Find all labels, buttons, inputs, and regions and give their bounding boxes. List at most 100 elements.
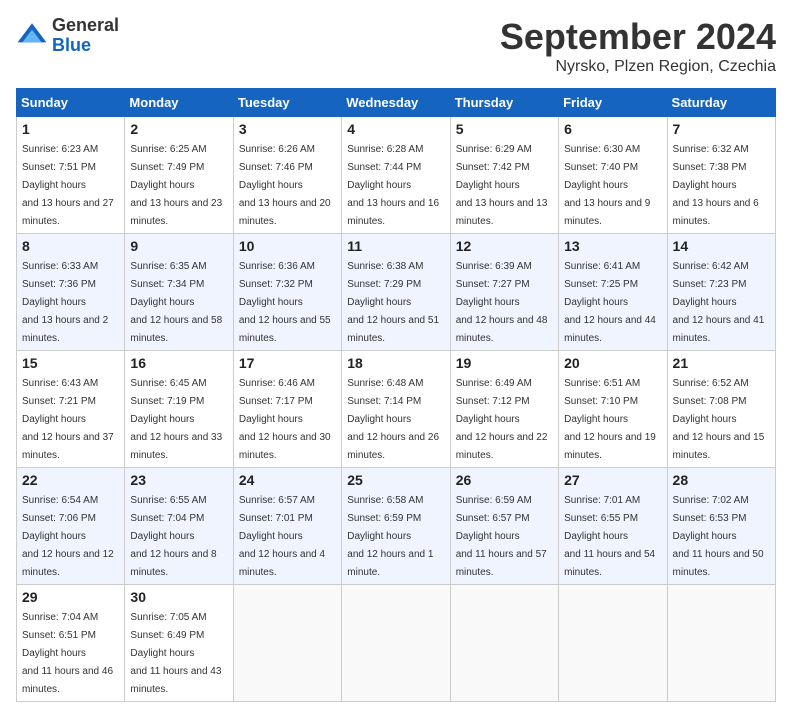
day-number: 11 bbox=[347, 238, 444, 254]
calendar-cell: 13 Sunrise: 6:41 AMSunset: 7:25 PMDaylig… bbox=[559, 234, 667, 351]
day-detail: Sunrise: 7:01 AMSunset: 6:55 PMDaylight … bbox=[564, 495, 655, 578]
calendar-header-wednesday: Wednesday bbox=[342, 89, 450, 117]
day-detail: Sunrise: 6:36 AMSunset: 7:32 PMDaylight … bbox=[239, 261, 331, 344]
day-detail: Sunrise: 6:41 AMSunset: 7:25 PMDaylight … bbox=[564, 261, 656, 344]
day-number: 22 bbox=[22, 472, 119, 488]
calendar-table: SundayMondayTuesdayWednesdayThursdayFrid… bbox=[16, 88, 776, 702]
day-number: 10 bbox=[239, 238, 336, 254]
day-number: 25 bbox=[347, 472, 444, 488]
calendar-cell: 10 Sunrise: 6:36 AMSunset: 7:32 PMDaylig… bbox=[233, 234, 341, 351]
calendar-cell bbox=[233, 585, 341, 702]
calendar-cell: 17 Sunrise: 6:46 AMSunset: 7:17 PMDaylig… bbox=[233, 351, 341, 468]
day-detail: Sunrise: 6:30 AMSunset: 7:40 PMDaylight … bbox=[564, 144, 650, 227]
day-detail: Sunrise: 6:54 AMSunset: 7:06 PMDaylight … bbox=[22, 495, 114, 578]
calendar-cell: 6 Sunrise: 6:30 AMSunset: 7:40 PMDayligh… bbox=[559, 117, 667, 234]
calendar-cell: 1 Sunrise: 6:23 AMSunset: 7:51 PMDayligh… bbox=[17, 117, 125, 234]
calendar-subtitle: Nyrsko, Plzen Region, Czechia bbox=[500, 58, 776, 76]
day-number: 3 bbox=[239, 121, 336, 137]
day-detail: Sunrise: 6:55 AMSunset: 7:04 PMDaylight … bbox=[130, 495, 216, 578]
day-detail: Sunrise: 6:39 AMSunset: 7:27 PMDaylight … bbox=[456, 261, 548, 344]
day-number: 14 bbox=[673, 238, 770, 254]
day-detail: Sunrise: 6:26 AMSunset: 7:46 PMDaylight … bbox=[239, 144, 331, 227]
day-detail: Sunrise: 6:23 AMSunset: 7:51 PMDaylight … bbox=[22, 144, 114, 227]
day-number: 12 bbox=[456, 238, 553, 254]
calendar-cell: 20 Sunrise: 6:51 AMSunset: 7:10 PMDaylig… bbox=[559, 351, 667, 468]
day-detail: Sunrise: 6:57 AMSunset: 7:01 PMDaylight … bbox=[239, 495, 325, 578]
calendar-cell: 25 Sunrise: 6:58 AMSunset: 6:59 PMDaylig… bbox=[342, 468, 450, 585]
day-detail: Sunrise: 6:52 AMSunset: 7:08 PMDaylight … bbox=[673, 378, 765, 461]
day-detail: Sunrise: 7:02 AMSunset: 6:53 PMDaylight … bbox=[673, 495, 764, 578]
day-detail: Sunrise: 6:28 AMSunset: 7:44 PMDaylight … bbox=[347, 144, 439, 227]
day-number: 17 bbox=[239, 355, 336, 371]
title-block: September 2024 Nyrsko, Plzen Region, Cze… bbox=[500, 16, 776, 76]
day-number: 5 bbox=[456, 121, 553, 137]
day-number: 4 bbox=[347, 121, 444, 137]
calendar-cell: 11 Sunrise: 6:38 AMSunset: 7:29 PMDaylig… bbox=[342, 234, 450, 351]
day-number: 8 bbox=[22, 238, 119, 254]
day-detail: Sunrise: 6:43 AMSunset: 7:21 PMDaylight … bbox=[22, 378, 114, 461]
calendar-cell: 30 Sunrise: 7:05 AMSunset: 6:49 PMDaylig… bbox=[125, 585, 233, 702]
calendar-cell: 8 Sunrise: 6:33 AMSunset: 7:36 PMDayligh… bbox=[17, 234, 125, 351]
day-number: 18 bbox=[347, 355, 444, 371]
calendar-cell bbox=[342, 585, 450, 702]
day-detail: Sunrise: 6:35 AMSunset: 7:34 PMDaylight … bbox=[130, 261, 222, 344]
logo-icon bbox=[16, 20, 48, 52]
day-number: 9 bbox=[130, 238, 227, 254]
calendar-header-row: SundayMondayTuesdayWednesdayThursdayFrid… bbox=[17, 89, 776, 117]
calendar-header-monday: Monday bbox=[125, 89, 233, 117]
day-number: 16 bbox=[130, 355, 227, 371]
day-detail: Sunrise: 6:25 AMSunset: 7:49 PMDaylight … bbox=[130, 144, 222, 227]
day-number: 29 bbox=[22, 589, 119, 605]
calendar-cell: 22 Sunrise: 6:54 AMSunset: 7:06 PMDaylig… bbox=[17, 468, 125, 585]
day-number: 24 bbox=[239, 472, 336, 488]
day-number: 30 bbox=[130, 589, 227, 605]
day-detail: Sunrise: 6:32 AMSunset: 7:38 PMDaylight … bbox=[673, 144, 759, 227]
day-detail: Sunrise: 6:42 AMSunset: 7:23 PMDaylight … bbox=[673, 261, 765, 344]
calendar-cell: 14 Sunrise: 6:42 AMSunset: 7:23 PMDaylig… bbox=[667, 234, 775, 351]
calendar-cell: 29 Sunrise: 7:04 AMSunset: 6:51 PMDaylig… bbox=[17, 585, 125, 702]
day-detail: Sunrise: 6:33 AMSunset: 7:36 PMDaylight … bbox=[22, 261, 108, 344]
calendar-cell: 3 Sunrise: 6:26 AMSunset: 7:46 PMDayligh… bbox=[233, 117, 341, 234]
day-detail: Sunrise: 6:59 AMSunset: 6:57 PMDaylight … bbox=[456, 495, 547, 578]
calendar-cell: 24 Sunrise: 6:57 AMSunset: 7:01 PMDaylig… bbox=[233, 468, 341, 585]
calendar-body: 1 Sunrise: 6:23 AMSunset: 7:51 PMDayligh… bbox=[17, 117, 776, 702]
calendar-cell: 9 Sunrise: 6:35 AMSunset: 7:34 PMDayligh… bbox=[125, 234, 233, 351]
calendar-header-saturday: Saturday bbox=[667, 89, 775, 117]
page-header: General Blue September 2024 Nyrsko, Plze… bbox=[16, 16, 776, 76]
day-number: 1 bbox=[22, 121, 119, 137]
calendar-week-row: 22 Sunrise: 6:54 AMSunset: 7:06 PMDaylig… bbox=[17, 468, 776, 585]
calendar-week-row: 8 Sunrise: 6:33 AMSunset: 7:36 PMDayligh… bbox=[17, 234, 776, 351]
day-detail: Sunrise: 6:48 AMSunset: 7:14 PMDaylight … bbox=[347, 378, 439, 461]
day-detail: Sunrise: 6:58 AMSunset: 6:59 PMDaylight … bbox=[347, 495, 433, 578]
calendar-header-friday: Friday bbox=[559, 89, 667, 117]
day-detail: Sunrise: 6:38 AMSunset: 7:29 PMDaylight … bbox=[347, 261, 439, 344]
calendar-week-row: 15 Sunrise: 6:43 AMSunset: 7:21 PMDaylig… bbox=[17, 351, 776, 468]
calendar-cell bbox=[667, 585, 775, 702]
logo-general-text: General bbox=[52, 15, 119, 35]
day-number: 28 bbox=[673, 472, 770, 488]
calendar-cell: 23 Sunrise: 6:55 AMSunset: 7:04 PMDaylig… bbox=[125, 468, 233, 585]
day-detail: Sunrise: 6:49 AMSunset: 7:12 PMDaylight … bbox=[456, 378, 548, 461]
day-number: 27 bbox=[564, 472, 661, 488]
logo-blue-text: Blue bbox=[52, 35, 91, 55]
day-detail: Sunrise: 6:45 AMSunset: 7:19 PMDaylight … bbox=[130, 378, 222, 461]
calendar-cell: 7 Sunrise: 6:32 AMSunset: 7:38 PMDayligh… bbox=[667, 117, 775, 234]
calendar-header-thursday: Thursday bbox=[450, 89, 558, 117]
day-number: 19 bbox=[456, 355, 553, 371]
calendar-cell: 12 Sunrise: 6:39 AMSunset: 7:27 PMDaylig… bbox=[450, 234, 558, 351]
calendar-cell: 26 Sunrise: 6:59 AMSunset: 6:57 PMDaylig… bbox=[450, 468, 558, 585]
calendar-title: September 2024 bbox=[500, 16, 776, 58]
calendar-cell: 21 Sunrise: 6:52 AMSunset: 7:08 PMDaylig… bbox=[667, 351, 775, 468]
calendar-cell: 18 Sunrise: 6:48 AMSunset: 7:14 PMDaylig… bbox=[342, 351, 450, 468]
day-number: 13 bbox=[564, 238, 661, 254]
calendar-cell: 19 Sunrise: 6:49 AMSunset: 7:12 PMDaylig… bbox=[450, 351, 558, 468]
calendar-cell: 28 Sunrise: 7:02 AMSunset: 6:53 PMDaylig… bbox=[667, 468, 775, 585]
day-detail: Sunrise: 7:05 AMSunset: 6:49 PMDaylight … bbox=[130, 612, 221, 695]
calendar-cell bbox=[450, 585, 558, 702]
calendar-cell bbox=[559, 585, 667, 702]
calendar-cell: 16 Sunrise: 6:45 AMSunset: 7:19 PMDaylig… bbox=[125, 351, 233, 468]
day-detail: Sunrise: 6:51 AMSunset: 7:10 PMDaylight … bbox=[564, 378, 656, 461]
day-detail: Sunrise: 6:46 AMSunset: 7:17 PMDaylight … bbox=[239, 378, 331, 461]
day-number: 26 bbox=[456, 472, 553, 488]
calendar-cell: 27 Sunrise: 7:01 AMSunset: 6:55 PMDaylig… bbox=[559, 468, 667, 585]
